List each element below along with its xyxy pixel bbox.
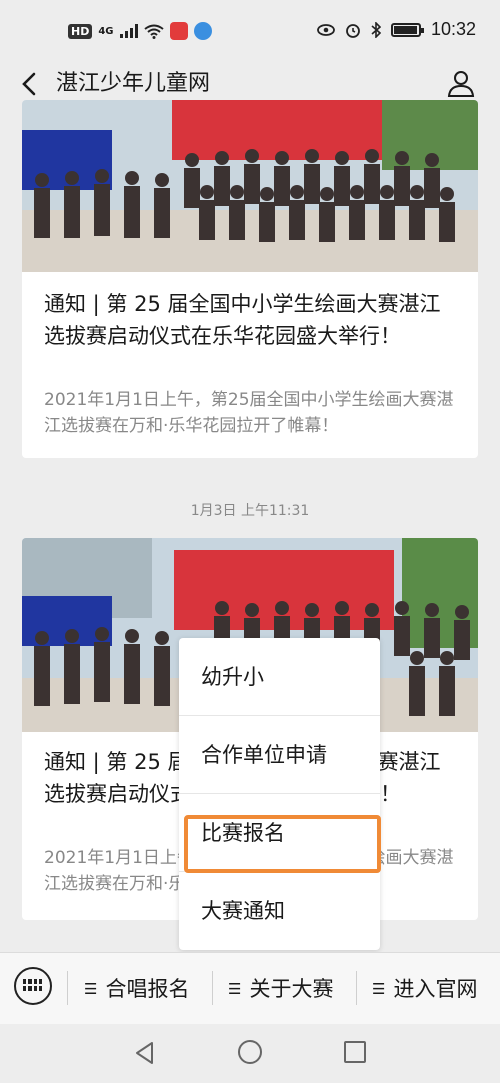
- menu-divider: [212, 971, 213, 1005]
- network-type: 4G: [98, 25, 114, 37]
- wifi-icon: [143, 24, 164, 39]
- keyboard-icon[interactable]: [14, 967, 52, 1005]
- menu-button-official-site[interactable]: ☰ 进入官网: [372, 973, 477, 1005]
- menu-divider: [356, 971, 357, 1005]
- system-nav-bar: [0, 1024, 500, 1083]
- article-card[interactable]: 通知 | 第 25 届全国中小学生绘画大赛湛江选拔赛启动仪式在乐华花园盛大举行！…: [22, 100, 478, 458]
- menu-list-icon: ☰: [372, 980, 386, 998]
- clock: 10:32: [430, 19, 476, 39]
- hd-badge: HD: [68, 23, 93, 39]
- menu-divider: [67, 971, 68, 1005]
- menu-list-icon: ☰: [228, 980, 242, 998]
- eye-icon: [317, 23, 335, 36]
- app-badge-icon: [169, 22, 188, 40]
- battery-icon: [390, 22, 424, 37]
- article-title: 通知 | 第 25 届全国中小学生绘画大赛湛江选拔赛启动仪式在乐华花园盛大举行！: [44, 292, 441, 348]
- menu-button-label: 合唱报名: [105, 977, 190, 1001]
- menu-item-contest-notice[interactable]: 大赛通知: [179, 872, 380, 950]
- submenu-popup: 幼升小 合作单位申请 比赛报名 大赛通知: [179, 638, 380, 950]
- app-icon: [193, 22, 212, 40]
- page-title: 湛江少年儿童网: [56, 71, 211, 96]
- status-left: HD 4G: [68, 22, 212, 40]
- menu-button-about-contest[interactable]: ☰ 关于大赛: [228, 973, 333, 1005]
- user-icon[interactable]: [446, 68, 476, 98]
- bluetooth-icon: [371, 21, 381, 38]
- status-right: 10:32: [317, 19, 476, 40]
- menu-item-kindergarten[interactable]: 幼升小: [179, 638, 380, 716]
- home-circle-icon[interactable]: [238, 1040, 262, 1064]
- menu-item-partner-application[interactable]: 合作单位申请: [179, 716, 380, 794]
- menu-button-label: 关于大赛: [249, 977, 334, 1001]
- bottom-menu-bar: ☰ 合唱报名 ☰ 关于大赛 ☰ 进入官网: [0, 952, 500, 1025]
- article-summary: 2021年1月1日上午，第25届全国中小学生绘画大赛湛江选拔赛在万和·乐华花园拉…: [44, 390, 454, 436]
- status-bar: HD 4G 10:32: [0, 0, 500, 60]
- highlight-box: [184, 815, 381, 873]
- signal-icon: [119, 24, 138, 38]
- menu-button-choir-registration[interactable]: ☰ 合唱报名: [84, 973, 189, 1005]
- recent-apps-icon[interactable]: [344, 1041, 366, 1063]
- menu-button-label: 进入官网: [393, 977, 478, 1001]
- menu-list-icon: ☰: [84, 980, 98, 998]
- article-photo: [22, 100, 478, 272]
- message-timestamp: 1月3日 上午11:31: [190, 503, 310, 519]
- chevron-left-icon[interactable]: [16, 68, 46, 100]
- alarm-icon: [346, 23, 360, 38]
- back-triangle-icon[interactable]: [132, 1040, 158, 1066]
